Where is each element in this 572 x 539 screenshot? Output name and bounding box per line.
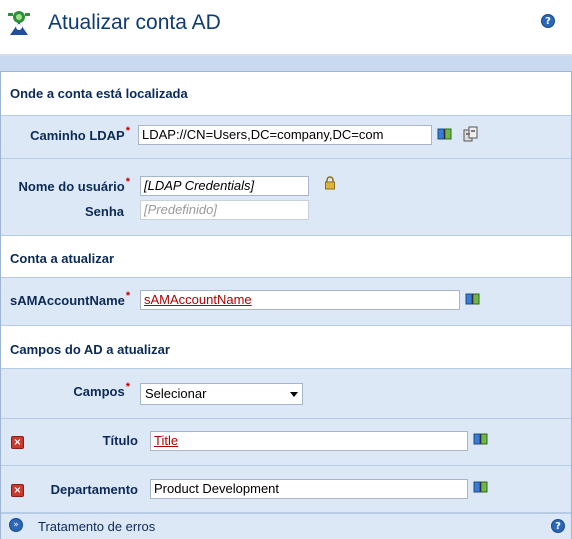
section-title-account: Conta a atualizar [10,251,115,266]
fields-select[interactable]: Selecionar [140,383,303,405]
required-marker: * [125,176,130,188]
department-field-label: Departamento [50,482,138,497]
lookup-book-icon[interactable] [437,127,453,141]
samaccountname-label: sAMAccountName* [10,290,131,308]
chevron-down-icon [290,392,298,397]
title-field-input[interactable]: Title [150,431,468,451]
ldap-path-row: Caminho LDAP* LDAP://CN=Users,DC=company… [1,116,571,159]
lock-icon[interactable] [324,176,336,190]
page-title: Atualizar conta AD [48,11,221,34]
section-account: Conta a atualizar [1,236,571,278]
delete-field-icon[interactable]: × [11,436,24,449]
username-label: Nome do usuário* [18,176,130,194]
lookup-book-icon[interactable] [473,432,489,446]
required-marker: * [125,381,130,393]
fields-label: Campos* [73,381,130,399]
section-title-ad-fields: Campos do AD a atualizar [10,342,170,357]
section-location: Onde a conta está localizada [1,72,571,116]
title-field-label: Título [102,433,138,448]
error-handling-label[interactable]: Tratamento de erros [38,519,155,534]
lookup-book-icon[interactable] [465,292,481,306]
fields-select-value: Selecionar [145,386,207,401]
credentials-row: Nome do usuário* [LDAP Credentials] Senh… [1,159,571,236]
expand-chevron-icon[interactable]: » [9,518,23,532]
password-input[interactable]: [Predefinido] [140,200,309,220]
help-icon[interactable]: ? [541,14,555,28]
help-icon[interactable]: ? [551,519,565,533]
lookup-book-icon[interactable] [473,480,489,494]
section-ad-fields: Campos do AD a atualizar [1,326,571,369]
title-field-row: × Título Title [1,419,571,466]
workflow-action-icon [6,8,32,36]
samaccountname-input[interactable]: sAMAccountName [140,290,460,310]
ldap-path-label: Caminho LDAP* [30,125,130,143]
header: Atualizar conta AD ? [0,0,572,54]
department-field-input[interactable]: Product Development [150,479,468,499]
samaccountname-row: sAMAccountName* sAMAccountName [1,278,571,326]
fields-select-row: Campos* Selecionar [1,369,571,419]
username-input[interactable]: [LDAP Credentials] [140,176,309,196]
password-label: Senha [84,204,124,219]
delete-field-icon[interactable]: × [11,484,24,497]
panel-top-band [0,56,572,71]
error-handling-section[interactable]: » Tratamento de erros ? [1,513,571,539]
ldap-path-input[interactable]: LDAP://CN=Users,DC=company,DC=com [138,125,432,145]
ldap-picker-icon[interactable] [462,125,480,143]
required-marker: * [125,290,131,302]
department-field-row: × Departamento Product Development [1,466,571,513]
section-title-location: Onde a conta está localizada [10,86,188,101]
required-marker: * [125,125,130,137]
